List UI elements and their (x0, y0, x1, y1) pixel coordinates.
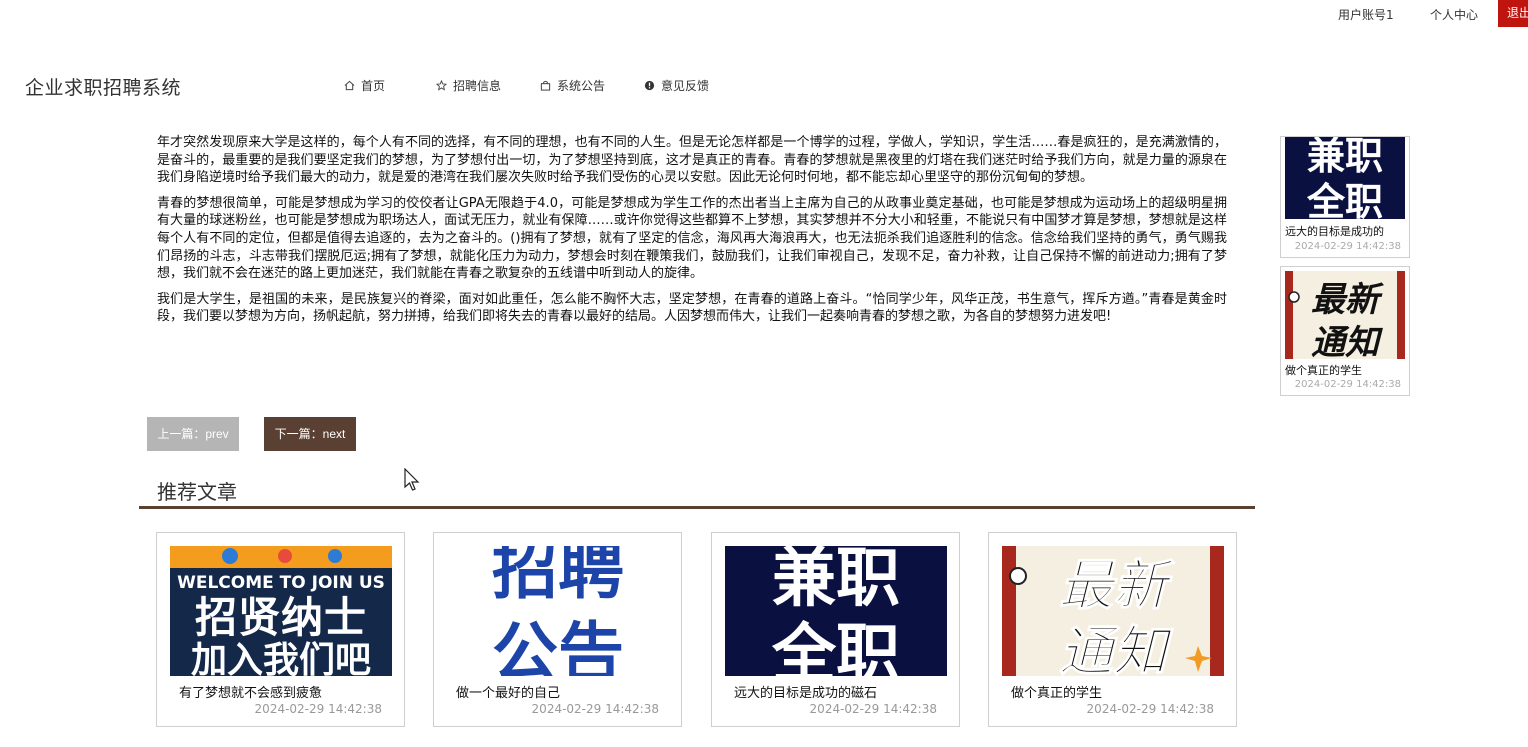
recommend-card[interactable]: WELCOME TO JOIN US 招贤纳士 加入我们吧 有了梦想就不会感到疲… (156, 532, 405, 727)
site-title[interactable]: 企业求职招聘系统 (25, 73, 181, 100)
card-title[interactable]: 做个真正的学生 (1011, 682, 1102, 701)
account-link[interactable]: 用户账号1 (1338, 6, 1394, 23)
card-image-text: 加入我们吧 (191, 640, 371, 676)
card-image-text: 兼职 (772, 546, 900, 616)
sidebar-item-title[interactable]: 做个真正的学生 (1285, 362, 1362, 378)
sidebar-item-date: 2024-02-29 14:42:38 (1294, 379, 1401, 390)
recommend-card[interactable]: 兼职 全职 远大的目标是成功的磁石 2024-02-29 14:42:38 (711, 532, 960, 727)
card-image-text: 最新 (1059, 554, 1175, 617)
nav-jobs-label: 招聘信息 (453, 79, 502, 93)
nav-feedback-label: 意见反馈 (661, 79, 710, 93)
article-content: 年才突然发现原来大学是这样的，每个人有不同的选择，有不同的理想，也有不同的人生。… (157, 134, 1227, 334)
article-paragraph: 青春的梦想很简单，可能是梦想成为学习的佼佼者让GPA无限趋于4.0，可能是梦想成… (157, 195, 1227, 282)
nav-jobs[interactable]: 招聘信息 (436, 77, 501, 94)
logout-button[interactable]: 退出 (1498, 0, 1528, 27)
sidebar-item-date: 2024-02-29 14:42:38 (1294, 241, 1401, 252)
card-image-text: WELCOME TO JOIN US (177, 573, 385, 593)
card-thumbnail[interactable]: 兼职 全职 (725, 546, 947, 676)
sidebar-item[interactable]: 最新 通知 做个真正的学生 2024-02-29 14:42:38 (1280, 266, 1410, 396)
sidebar-thumbnail[interactable]: 兼职 全职 (1285, 137, 1405, 219)
sidebar-image-text: 全职 (1306, 180, 1383, 219)
card-thumbnail[interactable]: 最新 通知 (1002, 546, 1224, 676)
star-icon (436, 80, 447, 91)
personal-center-link[interactable]: 个人中心 (1430, 6, 1478, 23)
recommend-card[interactable]: 招聘 公告 做一个最好的自己 2024-02-29 14:42:38 (433, 532, 682, 727)
card-image-text: 通知 (1059, 620, 1174, 676)
nav-notice-label: 系统公告 (557, 79, 606, 93)
article-paragraph: 年才突然发现原来大学是这样的，每个人有不同的选择，有不同的理想，也有不同的人生。… (157, 135, 1227, 186)
card-title[interactable]: 有了梦想就不会感到疲惫 (179, 682, 322, 701)
card-image-text: 招聘 (492, 546, 624, 608)
nav-feedback[interactable]: 意见反馈 (644, 77, 709, 94)
prev-article-button[interactable]: 上一篇：prev (147, 417, 239, 451)
card-date: 2024-02-29 14:42:38 (809, 702, 937, 716)
recommend-heading: 推荐文章 (157, 480, 237, 504)
article-paragraph: 我们是大学生，是祖国的未来，是民族复兴的脊梁，面对如此重任，怎么能不胸怀大志，坚… (157, 291, 1227, 325)
nav-home-label: 首页 (361, 79, 386, 93)
next-article-button[interactable]: 下一篇：next (264, 417, 356, 451)
card-thumbnail[interactable]: WELCOME TO JOIN US 招贤纳士 加入我们吧 (170, 546, 392, 676)
mouse-cursor-icon (404, 468, 420, 491)
card-image-text: 公告 (492, 615, 624, 676)
nav-home[interactable]: 首页 (344, 77, 385, 94)
card-title[interactable]: 远大的目标是成功的磁石 (734, 682, 877, 701)
card-date: 2024-02-29 14:42:38 (531, 702, 659, 716)
card-thumbnail[interactable]: 招聘 公告 (447, 546, 669, 676)
alert-circle-icon (644, 80, 655, 91)
home-icon (344, 80, 355, 91)
sidebar-item[interactable]: 兼职 全职 远大的目标是成功的 2024-02-29 14:42:38 (1280, 136, 1410, 258)
bag-icon (540, 80, 551, 91)
sidebar-image-text: 最新 (1311, 280, 1384, 320)
recommend-card[interactable]: 最新 通知 做个真正的学生 2024-02-29 14:42:38 (988, 532, 1237, 727)
sidebar-image-text: 兼职 (1307, 137, 1383, 178)
card-date: 2024-02-29 14:42:38 (254, 702, 382, 716)
nav-notice[interactable]: 系统公告 (540, 77, 605, 94)
card-image-text: 招贤纳士 (195, 593, 367, 642)
sidebar-thumbnail[interactable]: 最新 通知 (1285, 271, 1405, 359)
card-title[interactable]: 做一个最好的自己 (456, 682, 560, 701)
sidebar-item-title[interactable]: 远大的目标是成功的 (1285, 223, 1384, 239)
top-bar: 用户账号1 个人中心 退出 (0, 0, 1528, 28)
recommend-divider (139, 506, 1255, 509)
sidebar-image-text: 通知 (1311, 323, 1383, 359)
card-image-text: 全职 (771, 618, 900, 676)
card-date: 2024-02-29 14:42:38 (1086, 702, 1214, 716)
